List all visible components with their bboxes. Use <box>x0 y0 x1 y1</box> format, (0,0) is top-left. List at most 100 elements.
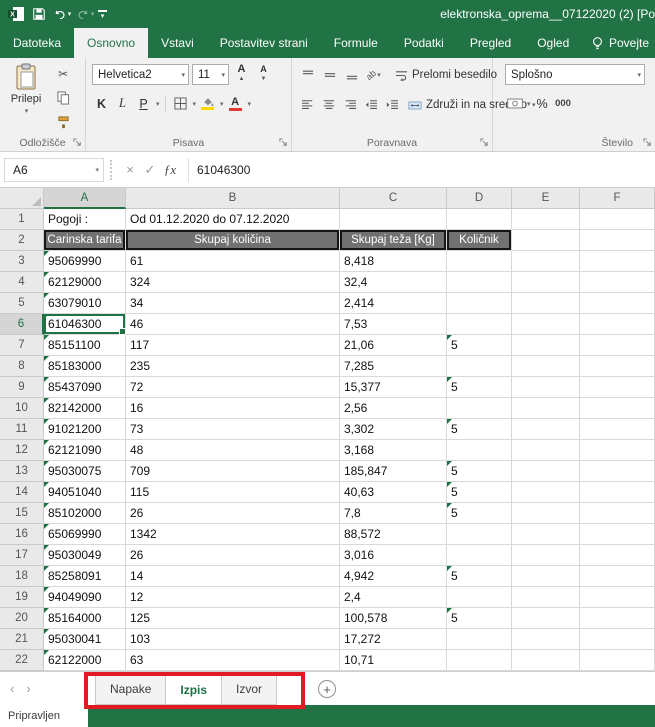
cell-A3[interactable]: 95069990 <box>44 251 126 272</box>
cell-C20[interactable]: 100,578 <box>340 608 447 629</box>
number-dialog-launcher-icon[interactable] <box>643 138 652 147</box>
row-header-20[interactable]: 20 <box>0 608 44 629</box>
tab-formule[interactable]: Formule <box>321 28 391 58</box>
italic-button[interactable]: L <box>113 93 132 114</box>
cell-A12[interactable]: 62121090 <box>44 440 126 461</box>
cell-C8[interactable]: 7,285 <box>340 356 447 377</box>
undo-dropdown-icon[interactable]: ▾ <box>68 10 72 18</box>
cell-B2[interactable]: Skupaj količina <box>126 230 340 251</box>
cell-C13[interactable]: 185,847 <box>340 461 447 482</box>
select-all-corner[interactable] <box>0 188 44 209</box>
row-header-19[interactable]: 19 <box>0 587 44 608</box>
cell-E1[interactable] <box>512 209 580 230</box>
bold-button[interactable]: K <box>92 93 111 114</box>
increase-font-icon[interactable]: A ▲ <box>232 64 251 85</box>
align-center-icon[interactable] <box>319 95 338 116</box>
cell-B18[interactable]: 14 <box>126 566 340 587</box>
insert-function-icon[interactable]: ƒx <box>160 158 180 182</box>
cell-B7[interactable]: 117 <box>126 335 340 356</box>
underline-dropdown-icon[interactable]: ▾ <box>156 100 160 108</box>
cell-C19[interactable]: 2,4 <box>340 587 447 608</box>
cell-C21[interactable]: 17,272 <box>340 629 447 650</box>
align-right-icon[interactable] <box>340 95 359 116</box>
cell-D8[interactable] <box>447 356 512 377</box>
cell-B1[interactable]: Od 01.12.2020 do 07.12.2020 <box>126 209 340 230</box>
row-header-14[interactable]: 14 <box>0 482 44 503</box>
cell-A9[interactable]: 85437090 <box>44 377 126 398</box>
cell-A20[interactable]: 85164000 <box>44 608 126 629</box>
comma-style-button[interactable]: 000 <box>554 93 573 114</box>
sheet-tab-napake[interactable]: Napake <box>95 674 167 705</box>
sheet-tab-izvor[interactable]: Izvor <box>221 674 278 705</box>
formula-input[interactable]: 61046300 <box>197 163 250 177</box>
increase-indent-icon[interactable] <box>382 95 401 116</box>
cell-B13[interactable]: 709 <box>126 461 340 482</box>
cell-E8[interactable] <box>512 356 580 377</box>
fill-color-dropdown-icon[interactable]: ▾ <box>220 100 224 108</box>
cell-C11[interactable]: 3,302 <box>340 419 447 440</box>
cell-D5[interactable] <box>447 293 512 314</box>
cell-C9[interactable]: 15,377 <box>340 377 447 398</box>
row-header-18[interactable]: 18 <box>0 566 44 587</box>
tab-datoteka[interactable]: Datoteka <box>0 28 74 58</box>
align-bottom-icon[interactable] <box>342 65 361 86</box>
accounting-format-icon[interactable] <box>505 93 524 114</box>
alignment-dialog-launcher-icon[interactable] <box>480 138 489 147</box>
cell-B16[interactable]: 1342 <box>126 524 340 545</box>
cell-F8[interactable] <box>580 356 655 377</box>
cell-A15[interactable]: 85102000 <box>44 503 126 524</box>
cell-B19[interactable]: 12 <box>126 587 340 608</box>
cell-B5[interactable]: 34 <box>126 293 340 314</box>
borders-dropdown-icon[interactable]: ▾ <box>193 100 197 108</box>
save-icon[interactable] <box>29 3 49 25</box>
cell-B15[interactable]: 26 <box>126 503 340 524</box>
decrease-font-icon[interactable]: A ▼ <box>254 64 273 85</box>
row-header-7[interactable]: 7 <box>0 335 44 356</box>
cell-E6[interactable] <box>512 314 580 335</box>
row-header-2[interactable]: 2 <box>0 230 44 251</box>
row-header-10[interactable]: 10 <box>0 398 44 419</box>
cell-F13[interactable] <box>580 461 655 482</box>
sheet-nav-right-icon[interactable]: › <box>26 681 30 696</box>
cell-D15[interactable]: 5 <box>447 503 512 524</box>
cell-E10[interactable] <box>512 398 580 419</box>
row-header-5[interactable]: 5 <box>0 293 44 314</box>
cell-A13[interactable]: 95030075 <box>44 461 126 482</box>
cell-C14[interactable]: 40,63 <box>340 482 447 503</box>
cell-A6[interactable]: 61046300 <box>44 314 126 335</box>
cell-D12[interactable] <box>447 440 512 461</box>
cell-F21[interactable] <box>580 629 655 650</box>
row-header-13[interactable]: 13 <box>0 461 44 482</box>
font-size-combo[interactable]: 11 ▾ <box>192 64 229 85</box>
cell-C17[interactable]: 3,016 <box>340 545 447 566</box>
cell-F7[interactable] <box>580 335 655 356</box>
cell-E19[interactable] <box>512 587 580 608</box>
tell-me-box[interactable]: Povejte <box>585 28 655 58</box>
cell-E16[interactable] <box>512 524 580 545</box>
cell-A14[interactable]: 94051040 <box>44 482 126 503</box>
percent-style-button[interactable]: % <box>533 93 552 114</box>
cell-C12[interactable]: 3,168 <box>340 440 447 461</box>
cell-F16[interactable] <box>580 524 655 545</box>
cell-C18[interactable]: 4,942 <box>340 566 447 587</box>
cell-C5[interactable]: 2,414 <box>340 293 447 314</box>
column-header-e[interactable]: E <box>512 188 580 209</box>
column-header-c[interactable]: C <box>340 188 447 209</box>
cell-F22[interactable] <box>580 650 655 671</box>
cell-A17[interactable]: 95030049 <box>44 545 126 566</box>
column-header-d[interactable]: D <box>447 188 512 209</box>
cell-F5[interactable] <box>580 293 655 314</box>
tab-postavitev-strani[interactable]: Postavitev strani <box>207 28 321 58</box>
font-color-icon[interactable]: A <box>226 93 245 114</box>
cell-E22[interactable] <box>512 650 580 671</box>
row-header-4[interactable]: 4 <box>0 272 44 293</box>
cell-C22[interactable]: 10,71 <box>340 650 447 671</box>
cell-F10[interactable] <box>580 398 655 419</box>
cell-E7[interactable] <box>512 335 580 356</box>
cell-A1[interactable]: Pogoji : <box>44 209 126 230</box>
cell-D22[interactable] <box>447 650 512 671</box>
orientation-icon[interactable]: ab ▾ <box>364 65 383 86</box>
cell-B14[interactable]: 115 <box>126 482 340 503</box>
row-header-11[interactable]: 11 <box>0 419 44 440</box>
cell-B8[interactable]: 235 <box>126 356 340 377</box>
